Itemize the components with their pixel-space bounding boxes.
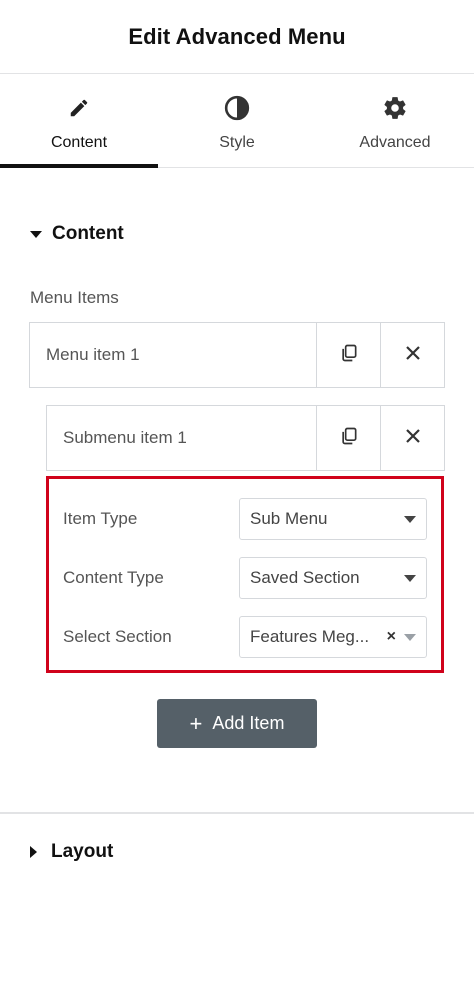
pencil-icon — [65, 94, 93, 122]
panel-title: Edit Advanced Menu — [128, 23, 346, 49]
caret-right-icon — [30, 846, 37, 858]
caret-down-icon — [30, 230, 42, 238]
remove-button[interactable] — [380, 323, 444, 387]
close-icon — [404, 344, 422, 367]
content-type-control: Content Type Saved Section — [63, 557, 427, 599]
plus-icon: + — [189, 710, 203, 736]
tab-content-label: Content — [50, 134, 108, 151]
duplicate-button[interactable] — [316, 323, 380, 387]
tabs-bar: Content Style Advanced — [0, 74, 474, 168]
submenu-settings-highlight: Item Type Sub Menu Content Type Saved Se… — [46, 476, 444, 673]
select-section-label: Select Section — [63, 627, 172, 646]
copy-icon — [339, 426, 359, 451]
clear-selection-icon[interactable]: × — [387, 628, 396, 646]
content-section-toggle[interactable]: Content — [0, 222, 474, 246]
dropdown-arrow-icon — [404, 515, 416, 523]
close-icon — [404, 427, 422, 450]
dropdown-arrow-icon — [404, 574, 416, 582]
content-type-value: Saved Section — [250, 568, 360, 587]
menu-item-title[interactable]: Menu item 1 — [30, 323, 316, 387]
layout-section-title: Layout — [51, 841, 114, 862]
layout-section-toggle[interactable]: Layout — [30, 841, 113, 863]
content-type-label: Content Type — [63, 568, 164, 587]
item-type-label: Item Type — [63, 509, 138, 528]
tab-content[interactable]: Content — [0, 74, 158, 168]
tab-advanced[interactable]: Advanced — [316, 74, 474, 167]
add-item-label: Add Item — [212, 713, 285, 733]
duplicate-button[interactable] — [316, 406, 380, 470]
item-type-select[interactable]: Sub Menu — [239, 498, 427, 540]
dropdown-arrow-icon — [404, 633, 416, 641]
item-type-value: Sub Menu — [250, 509, 328, 528]
remove-button[interactable] — [380, 406, 444, 470]
content-type-select[interactable]: Saved Section — [239, 557, 427, 599]
section-divider — [0, 812, 474, 814]
submenu-item-row: Submenu item 1 — [46, 405, 445, 471]
item-type-control: Item Type Sub Menu — [63, 498, 427, 540]
select-section-select[interactable]: Features Meg... × — [239, 616, 427, 658]
tab-style[interactable]: Style — [158, 74, 316, 167]
tab-style-label: Style — [219, 134, 255, 151]
select-section-value: Features Meg... — [250, 627, 370, 646]
editor-panel: Edit Advanced Menu Content Style Advance… — [0, 0, 474, 994]
select-section-control: Select Section Features Meg... × — [63, 616, 427, 658]
gear-icon — [381, 94, 409, 122]
menu-item-row: Menu item 1 — [29, 322, 445, 388]
menu-items-label: Menu Items — [30, 288, 119, 307]
content-section-title: Content — [52, 223, 124, 244]
copy-icon — [339, 343, 359, 368]
contrast-icon — [223, 94, 251, 122]
tab-advanced-label: Advanced — [359, 134, 431, 151]
add-item-button[interactable]: + Add Item — [157, 699, 317, 748]
panel-header: Edit Advanced Menu — [0, 0, 474, 74]
submenu-item-title[interactable]: Submenu item 1 — [47, 406, 316, 470]
